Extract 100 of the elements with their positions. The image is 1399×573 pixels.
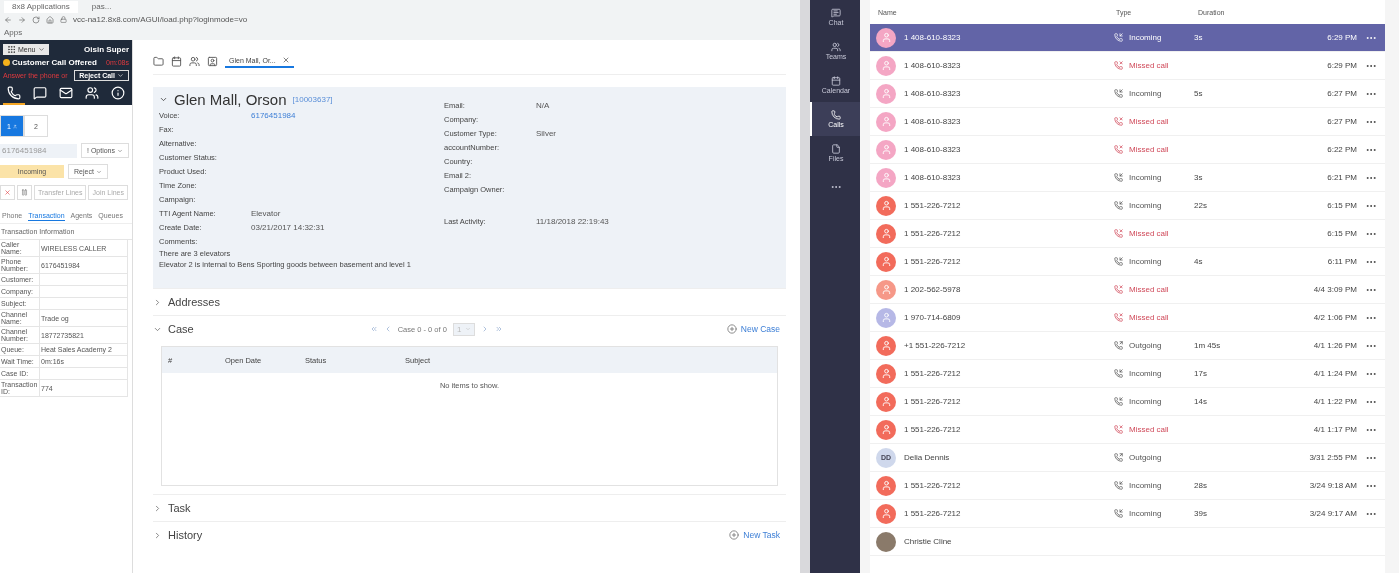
contact-id: [10003637]	[292, 95, 333, 104]
call-time: 3/31 2:55 PM	[1308, 453, 1357, 462]
call-time: 4/1 1:26 PM	[1312, 341, 1357, 350]
incoming-call-icon	[1114, 201, 1123, 210]
people-icon	[85, 86, 99, 100]
back-icon[interactable]	[4, 15, 12, 24]
caret-icon	[95, 168, 102, 175]
call-row[interactable]: 1 408-610-8323 Incoming 3s 6:29 PM	[870, 24, 1385, 52]
call-type: Incoming	[1114, 33, 1194, 42]
phone-link[interactable]: 6176451984	[251, 110, 296, 120]
call-time: 6:29 PM	[1326, 61, 1357, 70]
incoming-call-icon	[1114, 509, 1123, 518]
call-time: 3/24 9:18 AM	[1308, 481, 1357, 490]
call-type: Missed call	[1114, 229, 1194, 238]
forward-icon[interactable]	[18, 15, 26, 24]
person-icon	[880, 424, 892, 435]
call-time: 4/1 1:17 PM	[1312, 425, 1357, 434]
call-type: Incoming	[1114, 201, 1194, 210]
agent-name: Oisin Super	[84, 45, 129, 54]
first-page-icon[interactable]	[369, 325, 378, 333]
bookmark[interactable]: Apps	[4, 28, 23, 37]
person-icon	[880, 284, 892, 295]
call-type: Incoming	[1114, 397, 1194, 406]
section-title[interactable]: History	[168, 529, 203, 541]
call-duration: 4s	[1194, 257, 1204, 266]
caret-icon	[37, 46, 45, 53]
person-icon	[880, 480, 892, 491]
caller-name: 1 551-226-7212	[904, 397, 961, 406]
caller-name: 1 408-610-8323	[904, 89, 961, 98]
section-title[interactable]: Addresses	[168, 296, 220, 308]
section-title[interactable]: Task	[168, 502, 191, 514]
call-time: 4/1 1:24 PM	[1312, 369, 1357, 378]
caller-name: Christie Cline	[904, 537, 952, 546]
address-bar[interactable]: vcc-na12.8x8.com/AGUI/load.php?loginmode=vo	[73, 15, 248, 24]
browser-tab[interactable]: 8x8 Applications	[4, 0, 78, 13]
calendar-icon[interactable]	[171, 55, 182, 67]
caller-name: 1 408-610-8323	[904, 173, 961, 182]
folder-icon[interactable]	[153, 55, 164, 67]
chevron-down-icon[interactable]	[159, 95, 168, 104]
new-item-link[interactable]: New Case	[720, 323, 786, 335]
person-icon	[880, 88, 892, 99]
incoming-call-icon	[1114, 173, 1123, 182]
caret-icon	[117, 147, 123, 154]
person-icon	[880, 172, 892, 183]
call-type: Missed call	[1114, 61, 1194, 70]
caller-name: +1 551-226-7212	[904, 341, 966, 350]
person-icon	[880, 256, 892, 267]
hold-button[interactable]	[17, 185, 32, 200]
new-item-link[interactable]: New Task	[723, 529, 786, 541]
chat-icon	[831, 8, 841, 18]
call-type: Missed call	[1114, 285, 1194, 294]
missed-call-icon	[1114, 145, 1123, 154]
home-icon[interactable]	[46, 15, 54, 24]
field-value: Silver	[536, 128, 556, 138]
chevron-right-icon[interactable]	[153, 297, 162, 307]
field-value: 03/21/2017 14:32:31	[251, 222, 325, 232]
call-duration: 17s	[1194, 369, 1208, 378]
call-type: Missed call	[1114, 425, 1194, 434]
browser-tab[interactable]: pas...	[83, 0, 120, 13]
call-time: 6:15 PM	[1326, 229, 1357, 238]
chevron-right-icon[interactable]	[153, 530, 162, 540]
call-type: Outgoing	[1114, 453, 1194, 462]
person-icon	[880, 508, 892, 519]
reload-icon[interactable]	[32, 15, 40, 24]
missed-call-icon	[1114, 229, 1123, 238]
person-icon	[880, 116, 892, 127]
section-title[interactable]: Case	[168, 323, 194, 335]
call-time: 6:21 PM	[1326, 173, 1357, 182]
caller-name: 1 408-610-8323	[904, 33, 961, 42]
missed-call-icon	[1114, 313, 1123, 322]
call-duration: 28s	[1194, 481, 1208, 490]
incoming-call-icon	[1114, 89, 1123, 98]
chevron-right-icon[interactable]	[153, 503, 162, 513]
missed-call-icon	[1114, 425, 1123, 434]
call-time: 6:22 PM	[1326, 145, 1357, 154]
call-type: Outgoing	[1114, 341, 1194, 350]
hangup-button[interactable]	[0, 185, 15, 200]
caller-name: Delia Dennis	[904, 453, 950, 462]
contact-icon[interactable]	[207, 55, 218, 67]
caller-name: 1 408-610-8323	[904, 61, 961, 70]
people-icon[interactable]	[189, 55, 200, 67]
person-icon	[880, 228, 892, 239]
call-type: Missed call	[1114, 117, 1194, 126]
call-duration: 3s	[1194, 173, 1204, 182]
last-page-icon[interactable]	[495, 325, 504, 333]
close-icon[interactable]	[281, 56, 290, 64]
calendar-icon	[831, 76, 841, 86]
call-duration: 39s	[1194, 509, 1208, 518]
call-status: Customer Call Offered	[12, 58, 97, 67]
grid-icon	[7, 45, 16, 54]
missed-call-icon	[1114, 117, 1123, 126]
phone-tab[interactable]	[3, 84, 25, 105]
incoming-call-icon	[1114, 33, 1123, 42]
mail-icon	[59, 86, 73, 100]
phone-icon	[7, 86, 21, 100]
caller-name: 1 551-226-7212	[904, 509, 961, 518]
outgoing-call-icon	[1114, 453, 1123, 462]
call-duration: 14s	[1194, 397, 1208, 406]
missed-call-icon	[1114, 285, 1123, 294]
call-type: Incoming	[1114, 257, 1194, 266]
